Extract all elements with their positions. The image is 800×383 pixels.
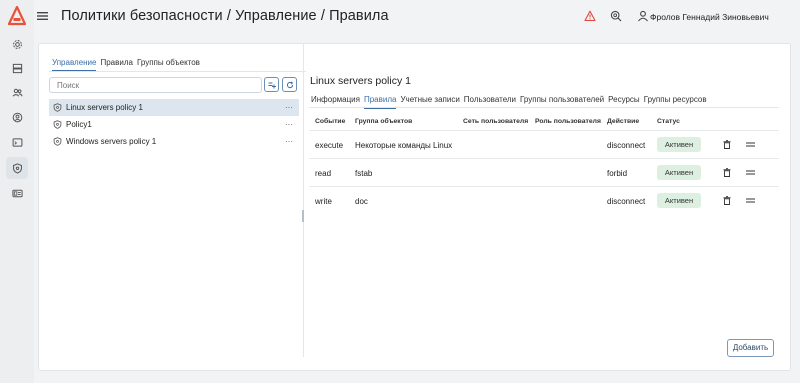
column-header: Роль пользователя — [535, 118, 601, 125]
tab-rules[interactable]: Правила — [100, 58, 132, 72]
status-badge: Активен — [657, 193, 701, 208]
sidebar-item-groups[interactable] — [6, 81, 28, 103]
menu-icon[interactable] — [37, 11, 48, 21]
server-icon — [12, 63, 22, 73]
trash-icon[interactable] — [723, 196, 731, 205]
users-icon — [12, 88, 23, 97]
user-account-icon[interactable] — [637, 10, 649, 22]
policy-name: Windows servers policy 1 — [66, 137, 157, 146]
shield-icon — [53, 103, 62, 112]
sidebar-item-settings[interactable] — [6, 33, 28, 55]
user-name[interactable]: Фролов Геннадий Зиновьевич — [650, 12, 769, 22]
sidebar-item-users[interactable] — [6, 106, 28, 128]
list-item-policy[interactable]: Policy1 ··· — [49, 116, 299, 133]
status-badge: Активен — [657, 165, 701, 180]
table-row[interactable]: execute Некоторые команды Linux disconne… — [309, 130, 779, 158]
cell-action: disconnect — [607, 197, 646, 206]
user-icon — [12, 112, 22, 122]
warning-icon[interactable] — [584, 10, 596, 22]
sidebar-item-servers[interactable] — [6, 57, 28, 79]
refresh-icon — [286, 80, 293, 88]
cell-group: fstab — [355, 169, 373, 178]
add-policy-button[interactable] — [264, 77, 279, 92]
more-options-icon[interactable]: ··· — [285, 120, 293, 129]
shield-icon — [53, 120, 62, 129]
sidebar-item-licenses[interactable] — [6, 182, 28, 204]
refresh-button[interactable] — [282, 77, 297, 92]
policy-name: Linux servers policy 1 — [66, 103, 143, 112]
page-title: Политики безопасности / Управление / Пра… — [61, 8, 389, 24]
table-row[interactable]: read fstab forbid Активен — [309, 158, 779, 186]
cell-event: execute — [315, 141, 344, 150]
sidebar-item-sessions[interactable] — [6, 131, 28, 153]
terminal-icon — [12, 137, 22, 147]
cell-event: read — [315, 169, 332, 178]
column-header: Событие — [315, 118, 346, 125]
policy-title: Linux servers policy 1 — [310, 75, 411, 87]
left-tabs: Управление Правила Группы объектов — [52, 58, 200, 72]
left-rail — [0, 0, 34, 383]
cell-action: disconnect — [607, 141, 646, 150]
drag-handle-icon[interactable] — [746, 142, 755, 147]
column-header: Статус — [657, 118, 680, 125]
cell-action: forbid — [607, 169, 628, 178]
column-header: Группа объектов — [355, 118, 413, 125]
status-badge: Активен — [657, 137, 701, 152]
pane-splitter[interactable] — [303, 44, 304, 357]
tab-management[interactable]: Управление — [52, 58, 97, 72]
id-card-icon — [11, 189, 23, 197]
sidebar-item-security-policies[interactable] — [6, 157, 28, 179]
divider — [49, 71, 306, 72]
add-rule-button[interactable]: Добавить — [727, 339, 774, 357]
divider — [309, 107, 779, 108]
cell-group: doc — [355, 197, 368, 206]
shield-icon — [12, 162, 22, 174]
more-options-icon[interactable]: ··· — [285, 103, 293, 112]
cell-group: Некоторые команды Linux — [355, 141, 453, 150]
top-header: Политики безопасности / Управление / Пра… — [34, 0, 800, 34]
column-header: Сеть пользователя — [463, 118, 529, 125]
trash-icon[interactable] — [723, 140, 731, 149]
list-item-policy[interactable]: Windows servers policy 1 ··· — [49, 133, 299, 150]
table-row[interactable]: write doc disconnect Активен — [309, 186, 779, 214]
more-options-icon[interactable]: ··· — [285, 137, 293, 146]
shield-icon — [53, 137, 62, 146]
drag-handle-icon[interactable] — [746, 170, 755, 175]
tab-object-groups[interactable]: Группы объектов — [137, 58, 200, 72]
add-list-icon — [268, 82, 276, 88]
trash-icon[interactable] — [723, 168, 731, 177]
list-item-policy[interactable]: Linux servers policy 1 ··· — [49, 99, 299, 116]
app-logo-icon[interactable] — [8, 6, 26, 26]
gear-icon — [12, 39, 22, 49]
drag-handle-icon[interactable] — [746, 198, 755, 203]
cell-event: write — [315, 197, 332, 206]
splitter-grip-icon[interactable] — [302, 210, 304, 222]
main-card: Управление Правила Группы объектов Linux… — [38, 43, 791, 371]
search-input[interactable] — [49, 77, 262, 93]
policy-list: Linux servers policy 1 ··· Policy1 ··· W… — [49, 99, 299, 150]
policy-name: Policy1 — [66, 120, 92, 129]
column-header: Действие — [607, 118, 640, 125]
search-settings-icon[interactable] — [610, 10, 622, 22]
